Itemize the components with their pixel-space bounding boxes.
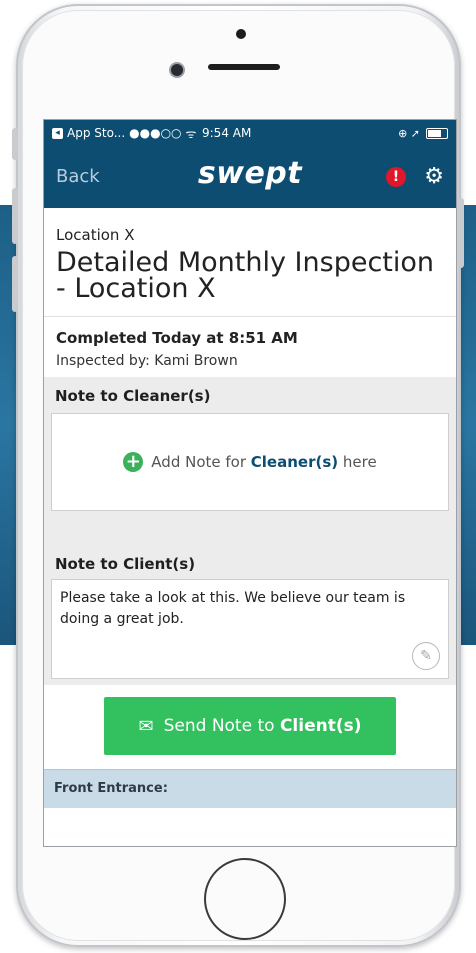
gear-icon[interactable]: ⚙ <box>424 164 444 189</box>
completion-info: Completed Today at 8:51 AM Inspected by:… <box>44 317 456 377</box>
navigation-bar: Back swept ! ⚙ <box>44 146 456 208</box>
send-label-prefix: Send Note to <box>163 716 280 736</box>
front-entrance-section-header[interactable]: Front Entrance: <box>44 769 456 808</box>
envelope-icon: ✉ <box>138 715 154 737</box>
add-note-prefix: Add Note for <box>151 453 251 471</box>
pencil-icon[interactable]: ✎ <box>412 642 440 670</box>
inspector-name: Inspected by: Kami Brown <box>56 353 238 369</box>
status-time: 9:54 AM <box>202 126 252 140</box>
proximity-sensor <box>171 64 183 76</box>
send-button-label: Send Note to Client(s) <box>164 716 362 736</box>
add-note-suffix: here <box>338 453 377 471</box>
mute-switch <box>12 128 18 160</box>
location-name: Location X <box>56 226 135 244</box>
client-note-text: Please take a look at this. We believe o… <box>60 590 406 627</box>
plus-circle-icon: + <box>123 452 144 472</box>
volume-down-button <box>12 256 18 312</box>
front-camera <box>236 29 246 39</box>
client-note-heading: Note to Client(s) <box>55 555 196 573</box>
location-lock-icons: ⊕ ➚ <box>398 126 420 140</box>
signal-strength-icon: ●●●○○ <box>129 126 182 140</box>
alert-icon[interactable]: ! <box>386 167 406 187</box>
notes-section: Note to Cleaner(s) + Add Note for Cleane… <box>44 377 456 685</box>
status-bar: ◂ App Sto... ●●●○○ ᯤ 9:54 AM ⊕ ➚ <box>44 120 456 146</box>
wifi-icon: ᯤ <box>185 126 197 141</box>
earpiece-speaker <box>208 64 280 70</box>
power-button <box>458 198 464 268</box>
add-cleaner-note-button[interactable]: + Add Note for Cleaner(s) here <box>51 413 449 511</box>
location-header: Location X Detailed Monthly Inspection -… <box>44 208 456 317</box>
home-button[interactable] <box>204 858 286 940</box>
add-cleaner-note-label: Add Note for Cleaner(s) here <box>151 453 376 471</box>
send-note-to-client-button[interactable]: ✉ Send Note to Client(s) <box>104 697 396 755</box>
app-screen: ◂ App Sto... ●●●○○ ᯤ 9:54 AM ⊕ ➚ Back sw… <box>43 119 457 847</box>
send-label-strong: Client(s) <box>279 716 362 736</box>
back-to-app-icon[interactable]: ◂ <box>52 127 63 139</box>
client-note-textarea[interactable]: Please take a look at this. We believe o… <box>51 579 449 679</box>
completed-time: Completed Today at 8:51 AM <box>56 329 298 347</box>
volume-up-button <box>12 188 18 244</box>
cleaner-note-heading: Note to Cleaner(s) <box>55 387 211 405</box>
add-note-strong: Cleaner(s) <box>250 453 339 471</box>
inspection-title: Detailed Monthly Inspection - Location X <box>56 247 435 304</box>
back-to-app-label[interactable]: App Sto... <box>67 126 125 140</box>
send-button-container: ✉ Send Note to Client(s) <box>44 685 456 769</box>
battery-icon <box>426 127 448 139</box>
